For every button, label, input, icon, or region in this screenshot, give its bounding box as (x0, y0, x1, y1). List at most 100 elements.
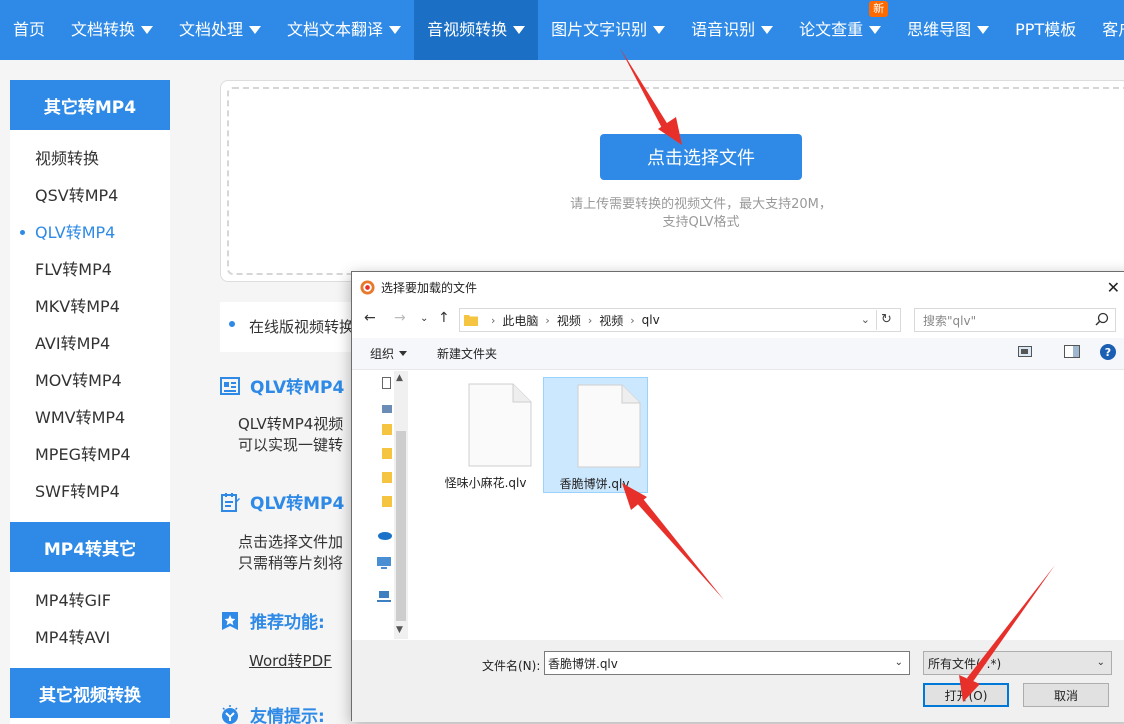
file-item[interactable]: 怪味小麻花.qlv (435, 377, 540, 493)
help-icon[interactable]: ? (1100, 344, 1116, 360)
sidebar-list: 视频转换 QSV转MP4 QLV转MP4 FLV转MP4 MKV转MP4 AVI转MP4 M… (10, 130, 170, 522)
upload-area[interactable]: 点击选择文件 请上传需要转换的视频文件，最大支持20M， 支持QLV格式 (220, 80, 1124, 282)
chevron-down-icon (869, 26, 882, 34)
sidebar-item[interactable]: MKV转MP4 (10, 288, 170, 325)
nav-item-label: 音视频转换 (427, 20, 508, 39)
tips-title-text: 友情提示: (250, 707, 325, 724)
filetype-select[interactable]: 所有文件(*.*) ⌄ (923, 651, 1112, 675)
nav-item-3[interactable]: 文档文本翻译 (274, 0, 414, 60)
sidebar: 其它转MP4 视频转换 QSV转MP4 QLV转MP4 FLV转MP4 MKV转MP4 AV… (10, 80, 170, 724)
nav-scrollbar[interactable]: ▲ ▼ (394, 371, 408, 639)
sidebar-item[interactable]: AVI转MP4 (10, 325, 170, 362)
new-folder-button[interactable]: 新建文件夹 (437, 345, 497, 362)
intro-line1: QLV转MP4视频 (238, 415, 344, 433)
picture-tree-icon (382, 405, 392, 413)
tip-icon (222, 704, 238, 724)
breadcrumb-separator-icon[interactable]: › (545, 314, 549, 327)
nav-item-4[interactable]: 音视频转换 (414, 0, 539, 60)
chevron-down-icon (249, 26, 262, 34)
address-box[interactable]: › 此电脑 › 视频 › 视频 › qlv ⌄ ↻ (459, 308, 901, 332)
sidebar-item[interactable]: QSV转MP4 (10, 177, 170, 214)
open-button[interactable]: 打开(O) (923, 683, 1009, 707)
nav-item-0[interactable]: 首页 (0, 0, 58, 60)
nav-item-6[interactable]: 语音识别 (678, 0, 786, 60)
navigation-pane[interactable]: ▲ ▼ (352, 371, 408, 639)
nav-item-7[interactable]: 论文查重新 (786, 0, 894, 60)
back-arrow-icon[interactable]: ← (364, 310, 376, 326)
upload-hint-line2: 支持QLV格式 (662, 215, 740, 230)
organize-menu[interactable]: 组织 (370, 345, 408, 362)
select-file-button[interactable]: 点击选择文件 (600, 134, 802, 180)
document-icon (220, 376, 240, 395)
preview-pane-icon[interactable] (1064, 345, 1080, 359)
breadcrumb-separator-icon[interactable]: › (491, 314, 495, 327)
search-icon (1095, 312, 1109, 326)
dialog-toolbar: 组织 新建文件夹 ? (352, 338, 1124, 370)
document-tree-icon (382, 377, 391, 389)
scroll-thumb[interactable] (396, 431, 406, 621)
dialog-titlebar[interactable]: 选择要加载的文件 ✕ (352, 272, 1124, 302)
star-badge-icon (222, 611, 238, 630)
organize-label: 组织 (370, 347, 395, 361)
nav-item-9[interactable]: PPT模板 (1002, 0, 1089, 60)
upload-hint-line1: 请上传需要转换的视频文件，最大支持20M， (570, 197, 832, 212)
sidebar-item[interactable]: WMV转MP4 (10, 399, 170, 436)
sidebar-section-header[interactable]: 其它转MP4 (10, 80, 170, 130)
upload-hint: 请上传需要转换的视频文件，最大支持20M， 支持QLV格式 (501, 196, 901, 232)
chevron-down-icon (513, 26, 526, 34)
sidebar-item[interactable]: QLV转MP4 (10, 214, 170, 251)
breadcrumb-item[interactable]: qlv (642, 313, 660, 327)
section-title-steps: QLV转MP4 (220, 489, 344, 514)
steps-paragraph: 点击选择文件加 只需稍等片刻将 (238, 532, 343, 574)
sidebar-list: MP4转GIF MP4转AVI (10, 572, 170, 668)
refresh-icon[interactable]: ↻ (876, 310, 896, 330)
word-to-pdf-link[interactable]: Word转PDF (249, 650, 332, 671)
sidebar-item[interactable]: SWF转MP4 (10, 473, 170, 510)
search-box[interactable]: 搜索"qlv" (914, 308, 1116, 332)
view-options-icon[interactable] (1018, 346, 1034, 358)
cancel-button[interactable]: 取消 (1023, 683, 1109, 707)
breadcrumb-separator-icon[interactable]: › (588, 314, 592, 327)
sidebar-item[interactable]: MOV转MP4 (10, 362, 170, 399)
recent-locations-chevron-icon[interactable]: ⌄ (420, 313, 428, 324)
breadcrumb-item[interactable]: 此电脑 (502, 312, 538, 329)
nav-item-label: 文档转换 (71, 20, 136, 39)
steps-line1: 点击选择文件加 (238, 533, 344, 551)
intro-paragraph: QLV转MP4视频 可以实现一键转 (238, 414, 343, 456)
filename-input[interactable]: 香脆博饼.qlv ⌄ (544, 651, 910, 675)
file-item[interactable]: 香脆博饼.qlv (543, 377, 648, 493)
sidebar-section-header[interactable]: 其它视频转换 (10, 668, 170, 718)
breadcrumb-separator-icon[interactable]: › (630, 314, 634, 327)
breadcrumb-item[interactable]: 视频 (557, 312, 581, 329)
sidebar-item[interactable]: MP4转AVI (10, 619, 170, 656)
chevron-down-icon (141, 26, 154, 34)
section-title-steps-text: QLV转MP4 (250, 494, 345, 514)
breadcrumb-item[interactable]: 视频 (599, 312, 623, 329)
filetype-dropdown-icon[interactable]: ⌄ (1097, 657, 1105, 668)
section-title-tips: 友情提示: (220, 702, 325, 724)
forward-arrow-icon[interactable]: → (394, 310, 406, 326)
nav-item-label: 文档文本翻译 (287, 20, 384, 39)
app-icon (360, 279, 375, 295)
nav-item-2[interactable]: 文档处理 (166, 0, 274, 60)
scroll-up-icon[interactable]: ▲ (396, 373, 403, 383)
nav-item-5[interactable]: 图片文字识别 (538, 0, 678, 60)
sidebar-item[interactable]: FLV转MP4 (10, 251, 170, 288)
sidebar-item[interactable]: MPEG转MP4 (10, 436, 170, 473)
nav-item-1[interactable]: 文档转换 (58, 0, 166, 60)
sidebar-item[interactable]: MP4转GIF (10, 582, 170, 619)
nav-item-8[interactable]: 思维导图 (894, 0, 1002, 60)
sidebar-section-header[interactable]: MP4转其它 (10, 522, 170, 572)
file-icon (577, 384, 641, 468)
scroll-down-icon[interactable]: ▼ (396, 625, 403, 635)
dialog-footer: 文件名(N): 香脆博饼.qlv ⌄ 所有文件(*.*) ⌄ 打开(O) 取消 (352, 640, 1124, 722)
address-dropdown-icon[interactable]: ⌄ (861, 313, 870, 326)
chevron-down-icon (977, 26, 990, 34)
nav-item-10[interactable]: 客户端 (1089, 0, 1124, 60)
close-icon[interactable]: ✕ (1107, 278, 1120, 297)
network-icon (377, 591, 391, 602)
dialog-title: 选择要加载的文件 (381, 280, 478, 295)
up-arrow-icon[interactable]: ↑ (438, 310, 450, 326)
filename-dropdown-icon[interactable]: ⌄ (895, 657, 903, 668)
sidebar-item[interactable]: 视频转换 (10, 140, 170, 177)
